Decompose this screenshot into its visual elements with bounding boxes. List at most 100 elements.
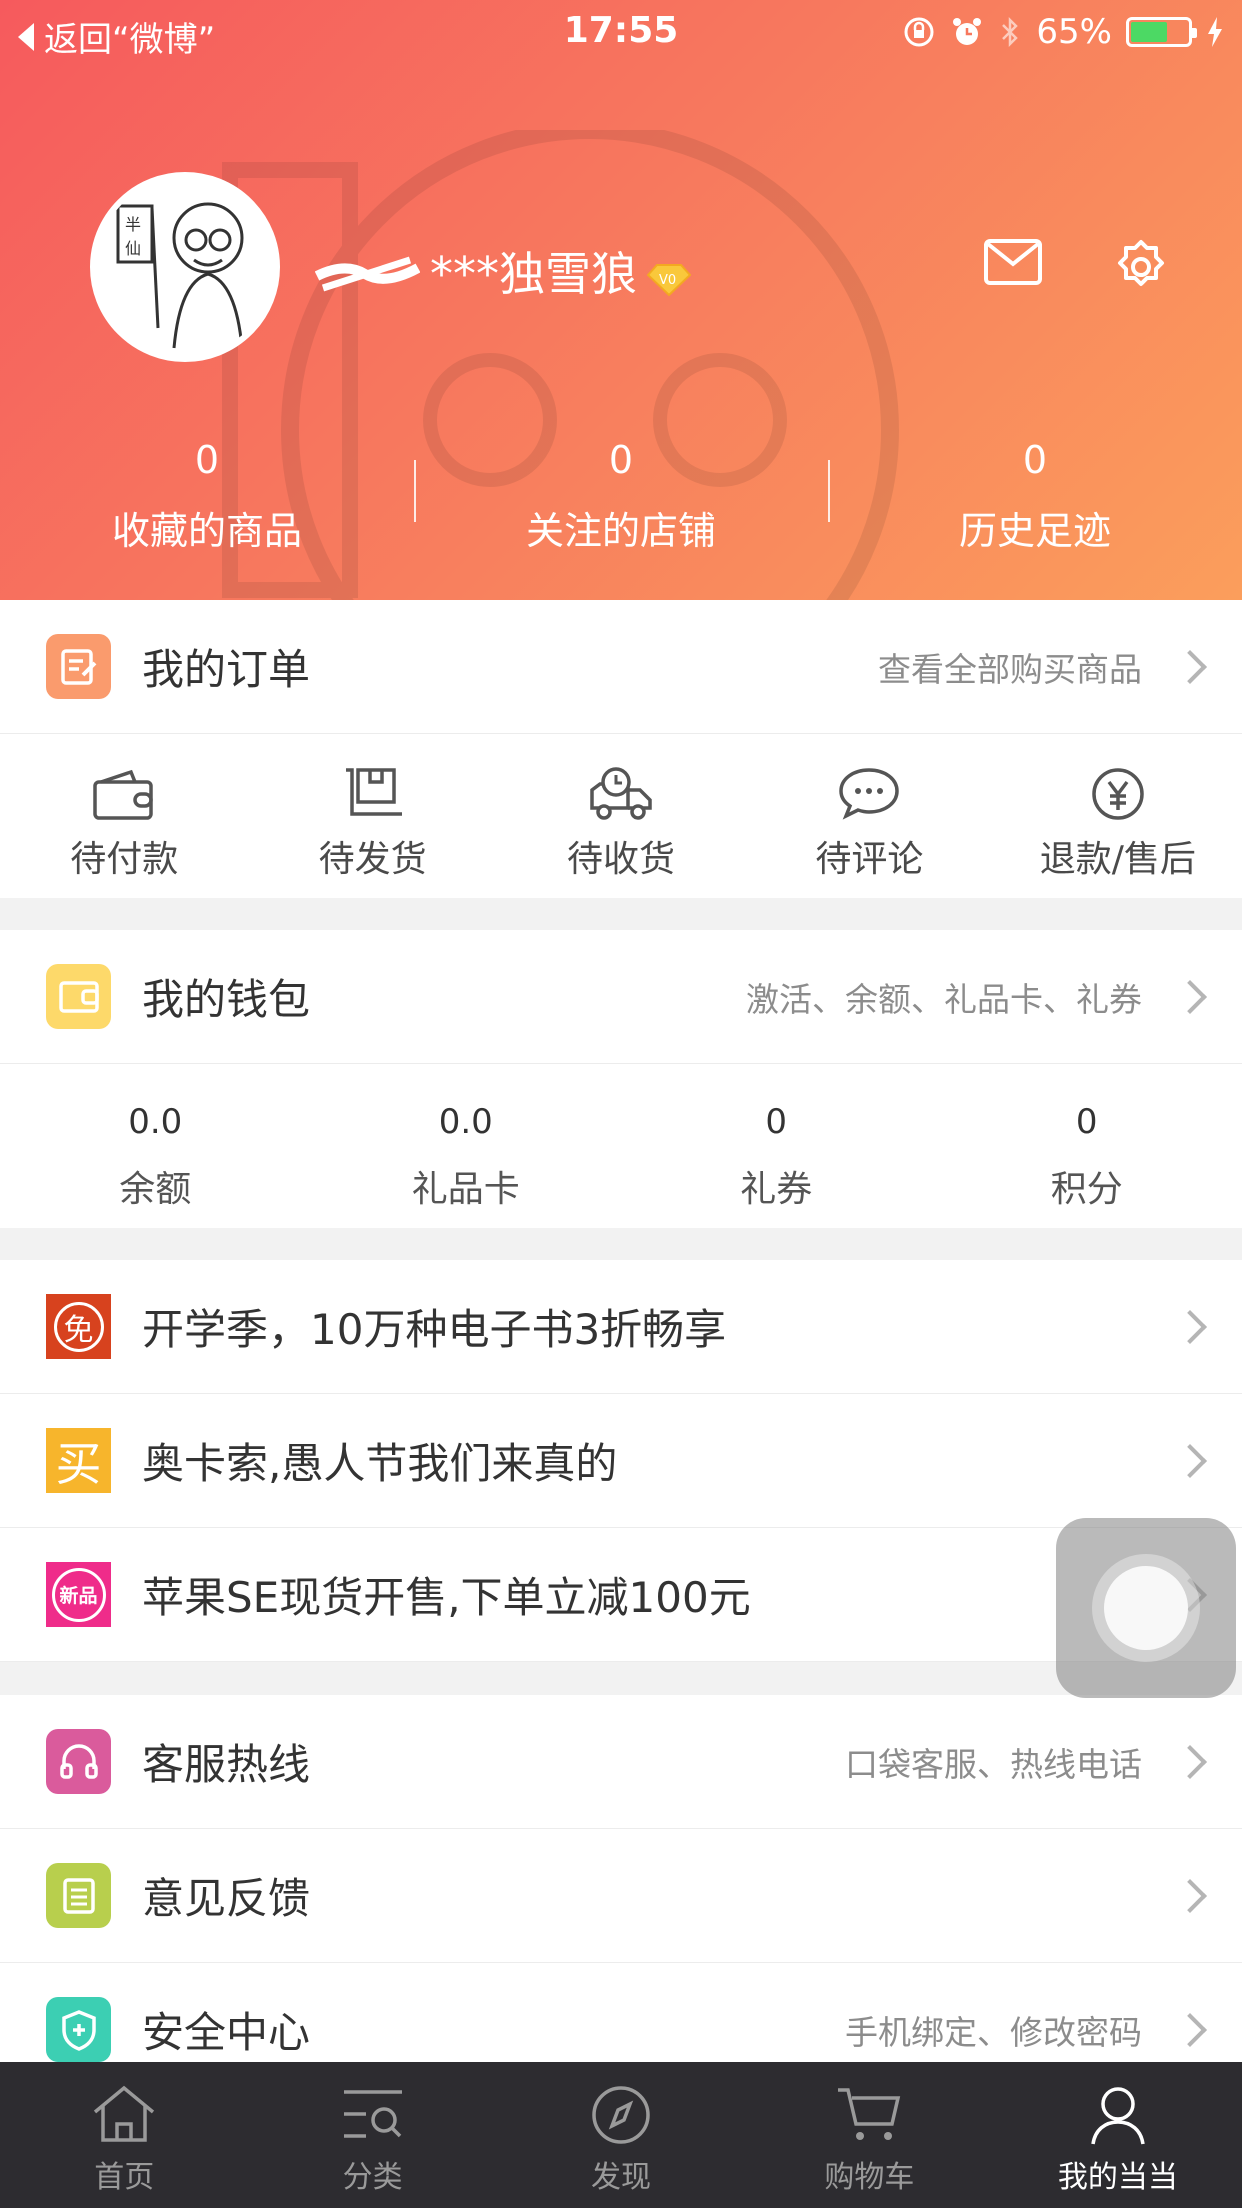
chat-bubble-icon xyxy=(839,768,900,820)
promo-icon-text: 免 xyxy=(53,1301,104,1352)
order-pending-payment[interactable]: 待付款 xyxy=(0,734,248,898)
promo-row-okasuo[interactable]: 买 奥卡索,愚人节我们来真的 xyxy=(0,1394,1242,1528)
avatar[interactable]: 半 仙 xyxy=(90,172,280,362)
username[interactable]: ***独雪狼 V0 xyxy=(314,238,692,304)
avatar-cartoon-image: 半 仙 xyxy=(116,202,244,349)
promo-title: 奥卡索,愚人节我们来真的 xyxy=(142,1439,618,1488)
settings-gear-icon[interactable] xyxy=(1112,238,1170,296)
chevron-right-icon xyxy=(1173,979,1207,1014)
status-right: 65% xyxy=(902,12,1224,52)
chevron-right-icon xyxy=(1173,1744,1207,1779)
order-status-label: 待付款 xyxy=(70,839,179,880)
service-title: 意见反馈 xyxy=(142,1874,311,1923)
tab-category[interactable]: 分类 xyxy=(248,2062,496,2208)
tab-label: 购物车 xyxy=(824,2160,915,2195)
order-refund-aftersale[interactable]: 退款/售后 xyxy=(994,734,1242,898)
promo-icon-text: 新品 xyxy=(51,1567,106,1622)
stat-value: 0 xyxy=(1022,438,1048,482)
wallet-value: 0 xyxy=(765,1102,788,1142)
order-status-label: 待收货 xyxy=(567,839,676,880)
level-badge-icon: V0 xyxy=(646,254,692,297)
wallet-value: 0.0 xyxy=(128,1102,183,1142)
order-pending-review[interactable]: 待评论 xyxy=(745,734,993,898)
wallet-points[interactable]: 0 积分 xyxy=(932,1064,1242,1228)
person-icon xyxy=(1091,2087,1145,2145)
document-icon xyxy=(46,1863,111,1928)
orders-view-all: 查看全部购买商品 xyxy=(878,649,1142,689)
promo-icon-text: 买 xyxy=(55,1436,102,1491)
wallet-label: 余额 xyxy=(119,1169,192,1210)
username-redaction xyxy=(314,251,421,292)
cart-icon xyxy=(838,2088,901,2140)
tab-label: 分类 xyxy=(342,2160,403,2195)
free-badge-icon: 免 xyxy=(46,1294,111,1359)
tab-discover[interactable]: 发现 xyxy=(497,2062,745,2208)
wallet-label: 积分 xyxy=(1050,1169,1123,1210)
tab-my-dangdang[interactable]: 我的当当 xyxy=(994,2062,1242,2208)
stat-history[interactable]: 0 历史足迹 xyxy=(828,430,1242,560)
headset-icon xyxy=(46,1729,111,1794)
truck-clock-icon xyxy=(590,767,652,820)
wallet-subtitle: 激活、余额、礼品卡、礼券 xyxy=(746,979,1142,1019)
stat-value: 0 xyxy=(194,438,220,482)
tab-home[interactable]: 首页 xyxy=(0,2062,248,2208)
service-row-hotline[interactable]: 客服热线 口袋客服、热线电话 xyxy=(0,1695,1242,1829)
new-product-badge-icon: 新品 xyxy=(46,1562,111,1627)
svg-text:半: 半 xyxy=(125,215,141,234)
buy-badge-icon: 买 xyxy=(46,1428,111,1493)
stat-value: 0 xyxy=(608,438,634,482)
stat-followed-shops[interactable]: 0 关注的店铺 xyxy=(414,430,828,560)
service-title: 安全中心 xyxy=(142,2008,311,2057)
tab-label: 发现 xyxy=(591,2160,652,2195)
order-pending-shipment[interactable]: 待发货 xyxy=(248,734,496,898)
shield-icon xyxy=(46,1997,111,2062)
wallet-gift-card[interactable]: 0.0 礼品卡 xyxy=(311,1064,622,1228)
order-edit-icon xyxy=(46,634,111,699)
service-subtitle: 手机绑定、修改密码 xyxy=(845,2012,1142,2052)
wallet-card-icon xyxy=(46,964,111,1029)
stat-label: 关注的店铺 xyxy=(525,509,716,553)
charging-bolt-icon xyxy=(1208,17,1222,47)
wallet-row[interactable]: 我的钱包 激活、余额、礼品卡、礼券 xyxy=(0,930,1242,1064)
package-cart-icon xyxy=(345,768,402,816)
profile-stats: 0 收藏的商品 0 关注的店铺 0 历史足迹 xyxy=(0,430,1242,560)
orders-section: 我的订单 查看全部购买商品 待付款 待发货 待收货 待评论 退款/售后 xyxy=(0,600,1242,898)
promo-title: 苹果SE现货开售,下单立减100元 xyxy=(142,1573,751,1622)
tab-label: 我的当当 xyxy=(1057,2160,1178,2195)
yen-circle-icon xyxy=(1092,768,1144,820)
battery-fill xyxy=(1131,22,1168,42)
message-icon[interactable] xyxy=(983,236,1043,290)
assistive-touch-button[interactable] xyxy=(1056,1518,1236,1698)
page: 返回“微博” 17:55 65% 半 仙 ***独雪狼 V0 0 收藏的商品 0… xyxy=(0,0,1242,2208)
order-status-label: 待发货 xyxy=(318,839,427,880)
orders-row[interactable]: 我的订单 查看全部购买商品 xyxy=(0,600,1242,734)
promo-row-ebooks[interactable]: 免 开学季，10万种电子书3折畅享 xyxy=(0,1260,1242,1394)
chevron-right-icon xyxy=(1173,1878,1207,1913)
wallet-value: 0.0 xyxy=(438,1102,493,1142)
order-pending-receipt[interactable]: 待收货 xyxy=(497,734,745,898)
chevron-right-icon xyxy=(1173,2012,1207,2047)
order-status-label: 退款/售后 xyxy=(1039,839,1196,880)
bluetooth-icon xyxy=(1002,16,1019,48)
order-status-label: 待评论 xyxy=(815,839,924,880)
wallet-label: 礼券 xyxy=(740,1169,813,1210)
promo-title: 开学季，10万种电子书3折畅享 xyxy=(142,1305,727,1354)
wallet-label: 礼品卡 xyxy=(411,1169,520,1210)
battery-icon xyxy=(1126,17,1197,47)
wallet-coupons[interactable]: 0 礼券 xyxy=(621,1064,932,1228)
tab-cart[interactable]: 购物车 xyxy=(745,2062,993,2208)
service-subtitle: 口袋客服、热线电话 xyxy=(845,1744,1142,1784)
wallet-icon xyxy=(93,769,153,820)
orders-title: 我的订单 xyxy=(142,645,311,694)
stat-label: 收藏的商品 xyxy=(111,509,302,553)
profile-header: 返回“微博” 17:55 65% 半 仙 ***独雪狼 V0 0 收藏的商品 0… xyxy=(0,0,1242,600)
chevron-right-icon xyxy=(1173,649,1207,684)
category-search-icon xyxy=(343,2090,402,2138)
service-row-security[interactable]: 安全中心 手机绑定、修改密码 xyxy=(0,1963,1242,2062)
level-badge-text: V0 xyxy=(659,273,676,288)
username-text: ***独雪狼 xyxy=(430,247,637,301)
service-row-feedback[interactable]: 意见反馈 xyxy=(0,1829,1242,1963)
stat-favorites[interactable]: 0 收藏的商品 xyxy=(0,430,414,560)
svg-text:仙: 仙 xyxy=(125,239,141,258)
wallet-balance[interactable]: 0.0 余额 xyxy=(0,1064,311,1228)
